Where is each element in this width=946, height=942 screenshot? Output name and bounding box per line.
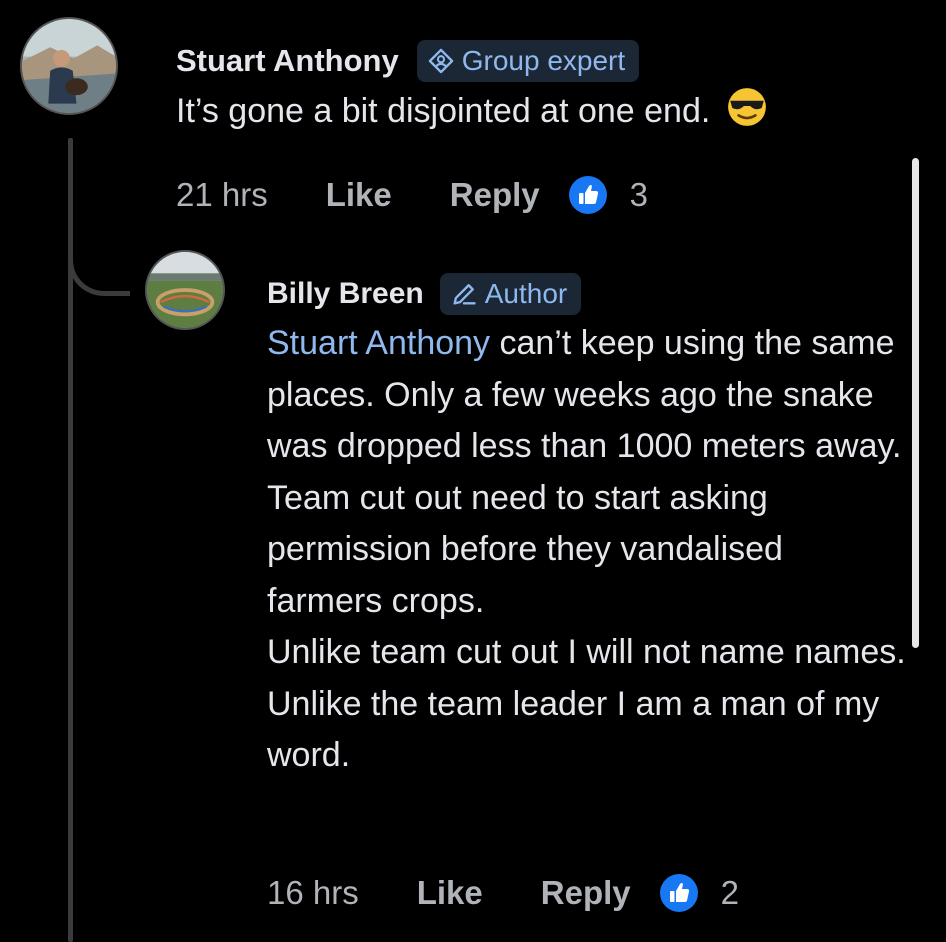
like-button[interactable]: Like [326,176,392,214]
reaction-summary[interactable] [568,175,608,215]
reaction-count: 3 [629,176,648,213]
like-reaction-icon [568,176,607,214]
reply-paragraph: Team cut out need to start asking permis… [267,478,783,620]
reply-body: Stuart Anthony can’t keep using the same… [267,318,907,782]
group-expert-icon [428,48,453,74]
pencil-icon [453,284,476,305]
reply-actions: 16 hrs Like Reply 2 [267,872,739,914]
group-expert-badge[interactable]: Group expert [416,40,640,82]
badge-label: Author [484,278,568,309]
author-name[interactable]: Billy Breen [267,277,424,311]
avatar[interactable] [20,17,118,115]
comment-body: It’s gone a bit disjointed at one end. [176,86,768,134]
like-reaction-icon [659,874,698,912]
timestamp[interactable]: 21 hrs [176,176,268,214]
scrollbar[interactable] [912,158,919,648]
comment-text: It’s gone a bit disjointed at one end. [176,92,711,130]
reply-paragraph: Unlike team cut out I will not name name… [267,633,906,774]
reply-header: Billy Breen Author [267,273,582,315]
reply-connector [68,200,130,296]
reply-paragraph: Stuart Anthony can’t keep using the same… [267,318,907,473]
reaction-summary[interactable] [659,873,699,913]
avatar[interactable] [145,250,225,330]
sunglasses-emoji-icon [727,88,766,126]
badge-label: Group expert [461,45,626,76]
reaction-count: 2 [720,874,739,911]
like-button[interactable]: Like [417,874,483,912]
timestamp[interactable]: 16 hrs [267,874,359,912]
author-badge[interactable]: Author [439,273,582,315]
author-name[interactable]: Stuart Anthony [176,43,399,79]
comment-header: Stuart Anthony Group expert [176,40,640,82]
comment-actions: 21 hrs Like Reply 3 [176,174,648,216]
reply-button[interactable]: Reply [541,874,631,912]
mention-link[interactable]: Stuart Anthony [267,324,490,362]
reply-button[interactable]: Reply [450,176,540,214]
